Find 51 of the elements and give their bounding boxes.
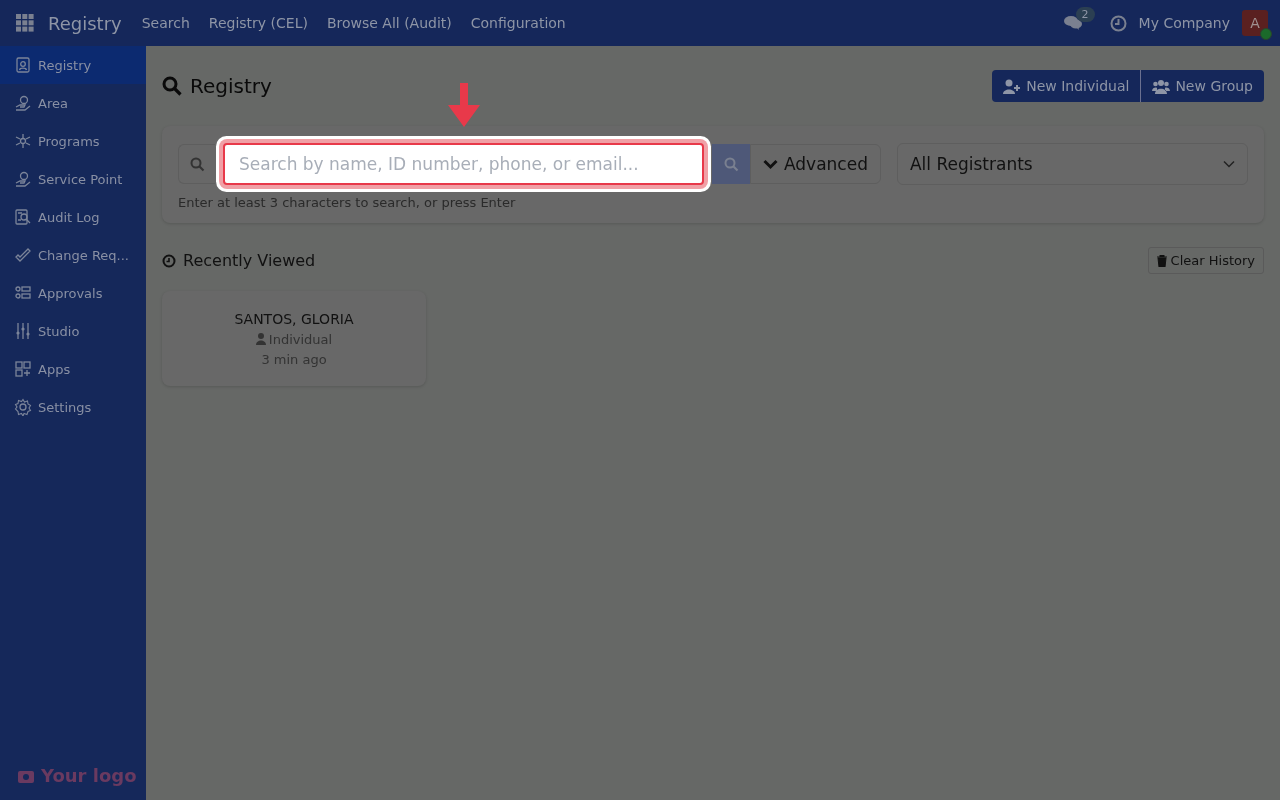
badge-icon [14,56,32,74]
registrant-name: SANTOS, GLORIA [234,310,354,327]
message-count-badge: 2 [1075,7,1095,22]
sidebar-item[interactable]: Service Point [0,160,146,198]
sidebar-item[interactable]: Apps [0,350,146,388]
chat-icon[interactable] [1063,15,1082,31]
sidebar-item[interactable]: Change Req... [0,236,146,274]
new-group-button[interactable]: New Group [1141,70,1264,102]
search-icon [723,156,739,172]
apps-icon [14,360,32,378]
users-icon [1152,78,1171,94]
nav-link[interactable]: Registry (CEL) [208,15,308,31]
sidebar-item[interactable]: Studio [0,312,146,350]
search-field[interactable]: Search by name, ID number, phone, or email... [223,143,704,185]
clock-icon [162,253,176,268]
app-title[interactable]: Registry [48,12,122,34]
trash-icon [1156,254,1167,267]
company-switcher[interactable]: My Company [1138,15,1230,31]
page-title: Registry [190,74,272,98]
search-icon [189,156,205,172]
apps-menu-icon[interactable] [16,14,34,32]
sliders-icon [14,322,32,340]
sidebar-item[interactable]: Approvals [0,274,146,312]
chevron-down-icon [763,158,778,170]
advanced-button[interactable]: Advanced [750,144,881,184]
registrant-type-select[interactable]: All Registrants [897,143,1248,185]
sidebar-item[interactable]: Audit Log [0,198,146,236]
person-icon [255,333,266,345]
search-icon [162,76,182,96]
document-search-icon [14,208,32,226]
nav-link[interactable]: Browse All (Audit) [326,15,452,31]
search-hint: Enter at least 3 characters to search, or press Enter [178,195,516,210]
sidebar-item[interactable]: Registry [0,46,146,84]
sidebar-item[interactable]: Settings [0,388,146,426]
sidebar-item[interactable]: Programs [0,122,146,160]
sidebar-item[interactable]: Area [0,84,146,122]
user-plus-icon [1003,78,1022,94]
list-icon [14,284,32,302]
chevron-down-icon [1223,160,1235,168]
new-individual-button[interactable]: New Individual [992,70,1142,102]
nav-link[interactable]: Configuration [470,15,566,31]
check-icon [14,246,32,264]
hand-person-icon [14,94,32,112]
nav-link[interactable]: Search [141,15,190,31]
down-arrow-icon [447,83,481,127]
clear-history-button[interactable]: Clear History [1147,247,1264,274]
hand-person-icon [14,170,32,188]
section-title: Recently Viewed [183,251,316,270]
settings-icon [14,398,32,416]
logo-text: Your logo [41,765,137,786]
clock-icon[interactable] [1109,14,1127,32]
